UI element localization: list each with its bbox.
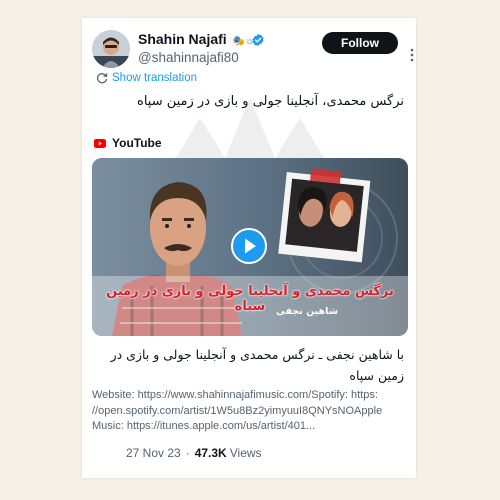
tweet-card: Shahin Najafi 🎭☼ @shahinnajafi80 Follow …: [82, 18, 416, 478]
author-display-name: Shahin Najafi: [138, 31, 227, 47]
card-source: YouTube: [94, 136, 162, 150]
show-translation-label: Show translation: [112, 72, 198, 84]
avatar[interactable]: [92, 30, 130, 68]
tweet-header: Shahin Najafi 🎭☼ @shahinnajafi80 Follow: [92, 28, 414, 76]
description-line: Music: https://itunes.apple.com/us/artis…: [92, 420, 316, 432]
avatar-image: [92, 30, 130, 68]
thumbnail-artist: شاهین نجفی: [275, 306, 339, 317]
video-thumbnail[interactable]: نرگس محمدی و آنجلینا جولی و بازی در زمین…: [92, 158, 408, 336]
tweet-meta: 27 Nov 23 · 47.3K Views: [126, 446, 262, 460]
author-handle[interactable]: @shahinnajafi80: [138, 50, 239, 65]
youtube-icon: [94, 138, 106, 148]
views-count: 47.3K: [194, 446, 227, 460]
verified-badge-icon: [252, 33, 264, 47]
separator-dot: ·: [185, 446, 190, 460]
more-options-icon[interactable]: [410, 48, 414, 62]
tweet-date[interactable]: 27 Nov 23: [126, 446, 181, 460]
card-source-label: YouTube: [112, 136, 162, 150]
video-description: Website: https://www.shahinnajafimusic.c…: [92, 388, 410, 435]
play-icon[interactable]: [231, 228, 267, 264]
video-title[interactable]: با شاهین نجفی ـ نرگس محمدی و آنجلینا جول…: [104, 344, 404, 386]
views-label: Views: [229, 446, 262, 460]
description-line: Website: https://www.shahinnajafimusic.c…: [92, 389, 378, 401]
author-handle-row: @shahinnajafi80: [138, 50, 239, 65]
author-name[interactable]: Shahin Najafi 🎭☼: [138, 31, 254, 47]
tweet-text: نرگس محمدی، آنجلینا جولی و بازی در زمین …: [137, 94, 404, 109]
translate-icon: [96, 73, 108, 84]
show-translation-link[interactable]: Show translation: [96, 72, 197, 84]
follow-button[interactable]: Follow: [322, 32, 398, 54]
description-line: //open.spotify.com/artist/1W5u8Bz2yimyuu…: [92, 404, 383, 417]
